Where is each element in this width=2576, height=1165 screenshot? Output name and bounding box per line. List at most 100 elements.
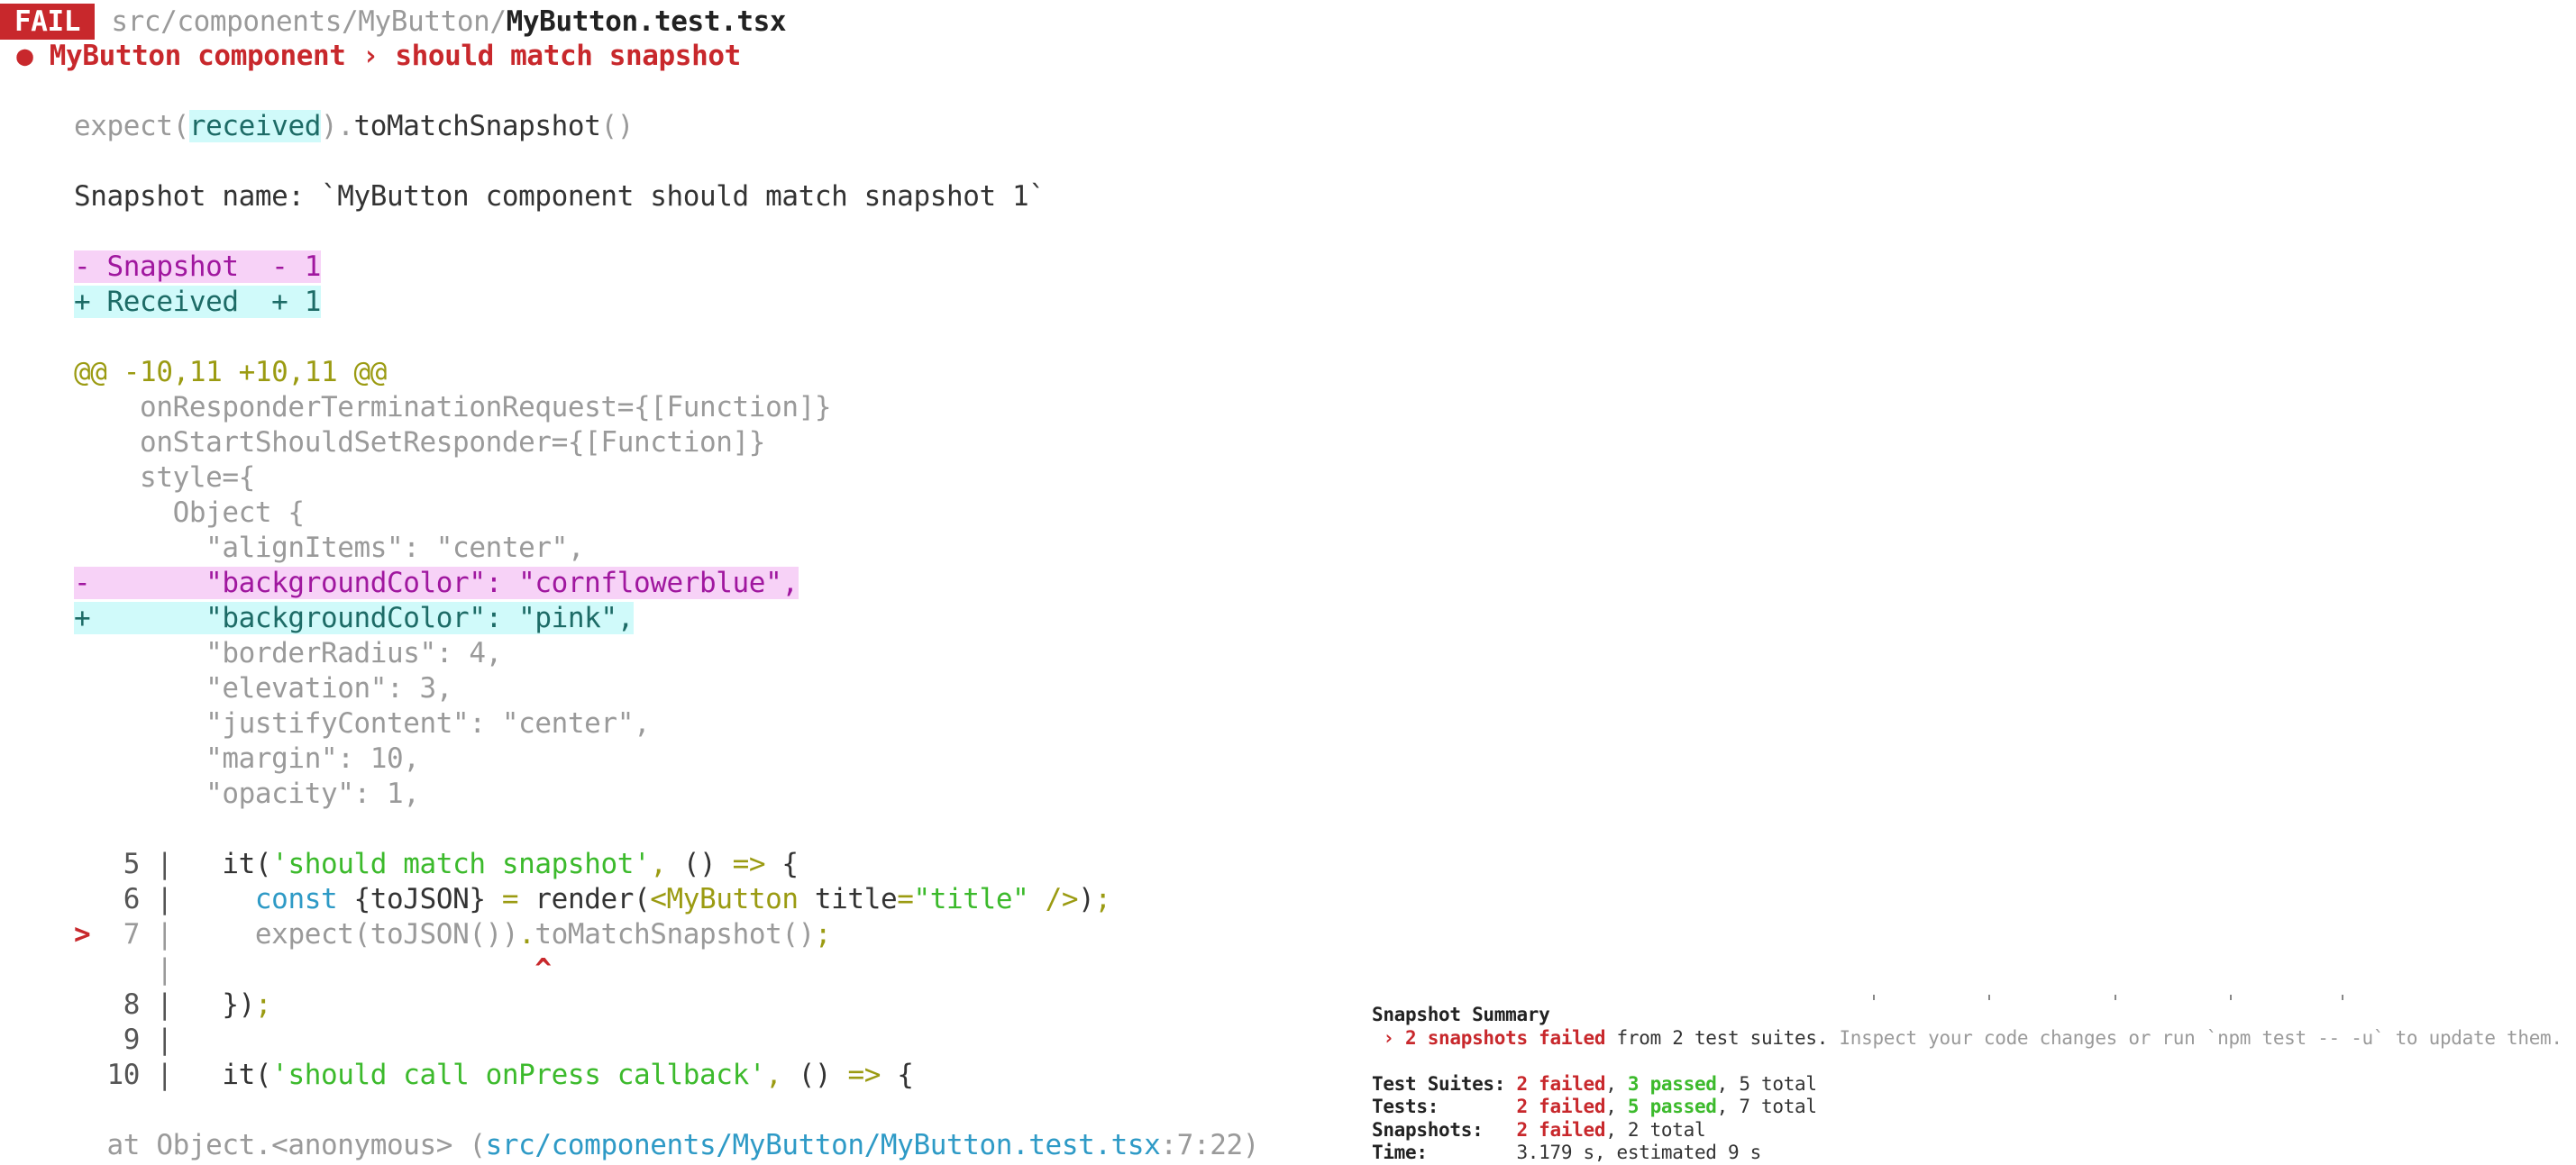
text-segment: › 2 snapshots failed (1372, 1026, 1606, 1049)
summary-line: Snapshot Summary (1372, 1004, 2562, 1027)
progress-dot (2230, 995, 2232, 1000)
text-segment: 3.179 s, estimated 9 s (1516, 1142, 1762, 1163)
text-segment: { (880, 1059, 914, 1091)
text-segment (173, 883, 255, 915)
text-segment: 3 passed (1627, 1072, 1717, 1095)
text-segment: 5 passed (1627, 1096, 1717, 1117)
text-segment: "borderRadius": 4, (74, 637, 502, 669)
summary-line: Snapshots: 2 failed, 2 total (1372, 1119, 2562, 1142)
output-line: > 7 | expect(toJSON()).toMatchSnapshot()… (74, 917, 1259, 952)
text-segment: const (254, 883, 338, 915)
output-line: | ^ (74, 952, 1259, 988)
text-segment: from 2 test suites. (1605, 1026, 1840, 1049)
output-line: FAIL src/components/MyButton/MyButton.te… (0, 4, 1259, 40)
text-segment: 'should match snapshot' (271, 848, 651, 880)
output-line: 10 | it('should call onPress callback', … (74, 1058, 1259, 1093)
summary-line: Test Suites: 2 failed, 3 passed, 5 total (1372, 1073, 2562, 1097)
output-line: + Received + 1 (74, 285, 1259, 320)
text-segment: Snapshot Summary (1372, 1004, 1550, 1025)
text-segment: "alignItems": "center", (74, 532, 585, 564)
text-segment: <MyButton (650, 883, 799, 915)
progress-dot (1873, 995, 1875, 1000)
summary-line (1372, 1050, 2562, 1073)
text-segment: 6 | (74, 883, 173, 915)
text-segment: ● MyButton component › should match snap… (0, 40, 741, 72)
text-segment: , (765, 1059, 782, 1091)
text-segment: , (1605, 1096, 1628, 1117)
text-segment: Test Suites: (1372, 1072, 1517, 1095)
output-line: onStartShouldSetResponder={[Function]} (74, 425, 1259, 460)
snapshot-summary: Snapshot Summary › 2 snapshots failed fr… (1372, 1004, 2562, 1165)
text-segment: expect( (74, 110, 189, 142)
test-failure-output: FAIL src/components/MyButton/MyButton.te… (0, 4, 1260, 1163)
output-line: 6 | const {toJSON} = render(<MyButton ti… (74, 882, 1259, 917)
output-line: "alignItems": "center", (74, 531, 1259, 566)
text-segment: () (666, 848, 733, 880)
file-link[interactable]: src/components/MyButton/MyButton.test.ts… (486, 1129, 1161, 1161)
text-segment: {toJSON} (337, 883, 502, 915)
text-segment: 5 | (74, 848, 173, 880)
output-line: "opacity": 1, (74, 777, 1259, 812)
text-segment: "elevation": 3, (74, 672, 453, 705)
summary-line: › 2 snapshots failed from 2 test suites.… (1372, 1027, 2562, 1051)
output-line: style={ (74, 460, 1259, 496)
output-line: onResponderTerminationRequest={[Function… (74, 390, 1259, 425)
output-line: "justifyContent": "center", (74, 706, 1259, 742)
text-segment: Object { (74, 496, 306, 529)
output-line: 5 | it('should match snapshot', () => { (74, 847, 1259, 882)
text-segment: => (732, 848, 766, 880)
summary-line: Time: 3.179 s, estimated 9 s (1372, 1142, 2562, 1165)
text-segment: 10 | (74, 1059, 173, 1091)
output-line: 8 | }); (74, 988, 1259, 1023)
text-segment: . (518, 918, 535, 951)
text-segment: onStartShouldSetResponder={[Function]} (74, 426, 766, 459)
text-segment: = (897, 883, 914, 915)
output-line: "margin": 10, (74, 742, 1259, 777)
text-segment: ; (254, 988, 272, 1021)
text-segment: toMatchSnapshot() (534, 918, 815, 951)
text-segment: "justifyContent": "center", (74, 707, 651, 740)
text-segment: @@ -10,11 +10,11 @@ (74, 356, 388, 388)
text-segment: , (650, 848, 667, 880)
text-segment: "margin": 10, (74, 742, 420, 775)
text-segment: onResponderTerminationRequest={[Function… (74, 391, 832, 423)
output-line: at Object.<anonymous> (src/components/My… (74, 1128, 1260, 1163)
output-line: expect(received).toMatchSnapshot() (74, 109, 1259, 144)
output-line: - "backgroundColor": "cornflowerblue", (74, 566, 1259, 601)
text-segment: Snapshot name: `MyButton component shoul… (74, 180, 1046, 213)
text-segment: 8 | (74, 988, 173, 1021)
text-segment: }) (172, 988, 255, 1021)
text-segment: ) (1078, 883, 1095, 915)
text-segment: 2 failed (1516, 1118, 1606, 1141)
text-segment: ; (1094, 883, 1111, 915)
text-segment: Snapshots: (1372, 1118, 1517, 1141)
progress-dot (1988, 995, 1990, 1000)
text-segment: + "backgroundColor": "pink", (74, 602, 634, 634)
text-segment: expect(toJSON()) (172, 918, 519, 951)
text-segment: Inspect your code changes or run `npm te… (1839, 1026, 2562, 1049)
text-segment: { (765, 848, 799, 880)
text-segment: = (501, 883, 519, 915)
progress-dot (2115, 995, 2116, 1000)
text-segment: > (74, 918, 91, 951)
text-segment: "title" (913, 883, 1029, 915)
text-segment: - "backgroundColor": "cornflowerblue", (74, 567, 799, 599)
text-segment: received (188, 110, 321, 142)
text-segment: it( (172, 848, 272, 880)
text-segment: ^ (172, 953, 552, 986)
text-segment: () (600, 110, 634, 142)
text-segment: src/components/MyButton/ (95, 5, 507, 38)
text-segment: it( (172, 1059, 272, 1091)
text-segment: MyButton.test.tsx (506, 5, 787, 38)
output-line: Object { (74, 496, 1259, 531)
text-segment: /> (1028, 883, 1079, 915)
progress-dot (2342, 995, 2343, 1000)
text-segment: | (74, 953, 173, 986)
output-line: 9 | (74, 1023, 1259, 1058)
text-segment: , 2 total (1605, 1118, 1706, 1141)
